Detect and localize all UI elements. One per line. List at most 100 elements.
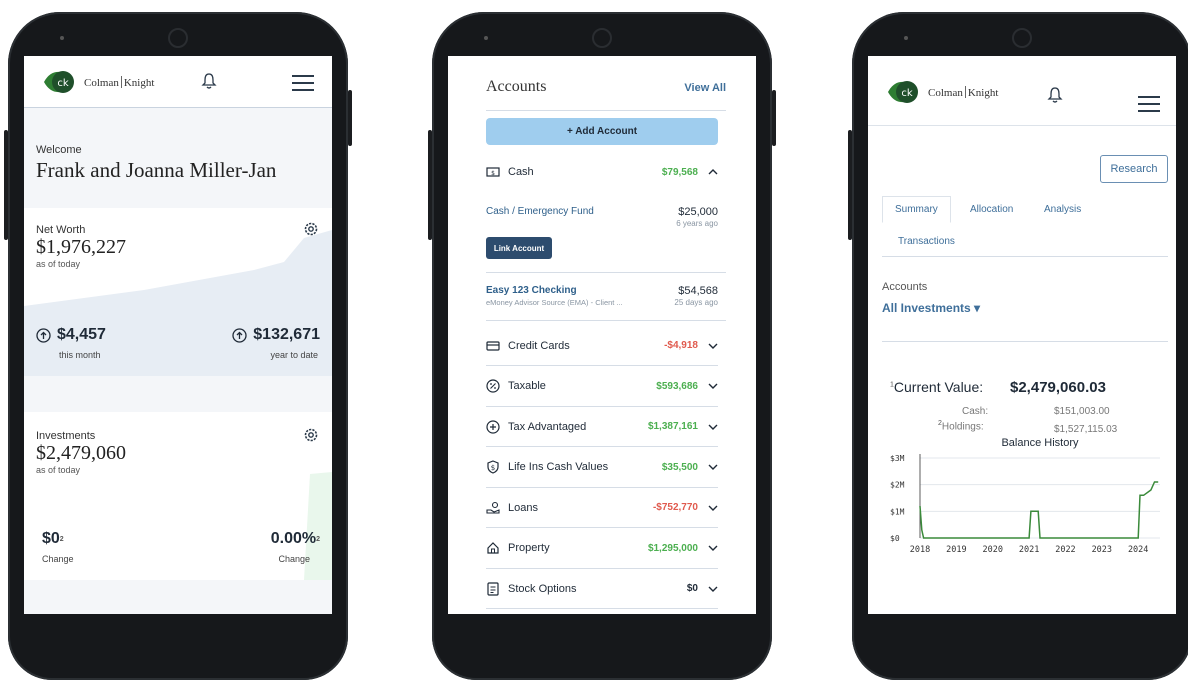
accounts-dropdown[interactable]: All Investments ▾	[882, 301, 980, 315]
bottom-fill	[24, 580, 332, 614]
account-group-life-ins-cash-values[interactable]: $ Life Ins Cash Values $35,500	[486, 448, 718, 488]
account-group-stock-options[interactable]: Stock Options $0	[486, 569, 718, 609]
link-account-button[interactable]: Link Account	[486, 237, 552, 259]
divider	[486, 110, 726, 111]
research-button[interactable]: Research	[1100, 155, 1168, 183]
x-tick-label: 2021	[1019, 545, 1039, 555]
month-change-value: $4,457	[57, 326, 106, 343]
x-tick-label: 2020	[982, 545, 1002, 555]
percent-icon	[486, 379, 500, 393]
current-value: $2,479,060.03	[1010, 379, 1106, 396]
tab-transactions[interactable]: Transactions	[898, 236, 955, 247]
settings-gear-icon[interactable]	[302, 220, 320, 238]
client-name: Frank and Joanna Miller-Jan	[36, 158, 277, 182]
arrow-up-circle-icon	[232, 327, 247, 343]
dashboard-screen: ck Colman Knight Welcome Frank and Joanna…	[24, 56, 332, 614]
account-group-cash[interactable]: $ Cash $79,568	[486, 152, 718, 192]
change-amount-value: $0	[42, 530, 60, 547]
month-change: $4,457	[36, 326, 106, 344]
notification-bell-icon[interactable]	[1046, 86, 1064, 104]
account-easy-123-checking[interactable]: Easy 123 Checking eMoney Advisor Source …	[486, 285, 718, 315]
x-tick-label: 2024	[1128, 545, 1148, 555]
chevron-down-icon[interactable]	[708, 422, 718, 432]
current-value-label: 1Current Value:	[890, 379, 984, 395]
ytd-change-label: year to date	[270, 350, 318, 360]
account-group-taxable[interactable]: Taxable $593,686	[486, 367, 718, 407]
chevron-down-icon[interactable]	[708, 462, 718, 472]
chevron-down-icon[interactable]	[708, 503, 718, 513]
notification-bell-icon[interactable]	[200, 72, 218, 90]
investments-card[interactable]: Investments $2,479,060 as of today $0 2 C…	[24, 412, 332, 580]
hamburger-menu-icon[interactable]	[1138, 96, 1160, 112]
ytd-change: $132,671	[232, 326, 320, 344]
sensor	[60, 36, 64, 40]
chevron-down-icon[interactable]	[708, 584, 718, 594]
divider	[486, 272, 726, 273]
account-group-name: Loans	[508, 501, 538, 514]
balance-line	[919, 481, 1159, 539]
tab-allocation[interactable]: Allocation	[970, 204, 1013, 215]
tabs-divider	[882, 256, 1168, 257]
sensor	[904, 36, 908, 40]
chevron-down-icon[interactable]	[708, 543, 718, 553]
cash-value: $151,003.00	[1054, 406, 1110, 417]
account-cash-emergency-fund[interactable]: Cash / Emergency Fund $25,000 6 years ag…	[486, 206, 718, 236]
account-group-name: Taxable	[508, 380, 546, 392]
month-change-label: this month	[59, 350, 101, 360]
footnote-2: 2	[59, 535, 64, 543]
phone-2: Accounts View All + Add Account $ Cash $…	[428, 12, 776, 680]
account-group-amount: $35,500	[661, 461, 698, 473]
brand-name: Colman Knight	[84, 75, 155, 89]
holdings-label: 2Holdings:	[938, 420, 984, 433]
net-worth-card[interactable]: Net Worth $1,976,227 as of today $4,457 …	[24, 208, 332, 376]
account-group-amount: $1,295,000	[647, 542, 698, 554]
settings-gear-icon[interactable]	[302, 426, 320, 444]
x-tick-label: 2019	[946, 545, 966, 555]
tab-summary[interactable]: Summary	[882, 196, 951, 223]
svg-text:ck: ck	[57, 78, 68, 89]
cash-label: Cash:	[962, 406, 989, 417]
y-tick-label: $2M	[890, 481, 905, 490]
phone-3: ck Colman Knight Research Summary Allocat…	[848, 12, 1188, 680]
dollar-shield-icon: $	[487, 460, 499, 474]
welcome-section: Welcome Frank and Joanna Miller-Jan	[24, 108, 332, 208]
add-account-button[interactable]: + Add Account	[486, 118, 718, 145]
footnote-2: 2	[316, 535, 320, 543]
chevron-up-icon[interactable]	[708, 167, 718, 177]
sensor	[484, 36, 488, 40]
chevron-down-icon[interactable]	[708, 341, 718, 351]
x-tick-label: 2022	[1055, 545, 1075, 555]
change-amount-label: Change	[42, 554, 74, 564]
account-group-amount: -$4,918	[664, 340, 698, 351]
net-worth-value: $1,976,227	[36, 236, 126, 258]
account-group-name: Life Ins Cash Values	[508, 461, 609, 473]
x-tick-label: 2018	[910, 545, 930, 555]
house-icon	[487, 542, 499, 554]
colman-knight-logo-icon: ck	[44, 71, 74, 93]
tab-analysis[interactable]: Analysis	[1044, 204, 1081, 215]
credit-card-icon	[486, 340, 500, 351]
hamburger-menu-icon[interactable]	[292, 75, 314, 91]
account-group-amount: $593,686	[656, 380, 698, 392]
plus-circle-icon	[486, 419, 500, 434]
y-tick-label: $0	[890, 534, 900, 543]
change-percent-value: 0.00%	[270, 530, 317, 547]
account-group-amount: $79,568	[661, 166, 698, 178]
brand-logo[interactable]: ck Colman Knight	[42, 68, 154, 96]
account-group-loans[interactable]: Loans -$752,770	[486, 488, 718, 528]
svg-text:ck: ck	[901, 88, 912, 99]
account-group-name: Cash	[508, 166, 534, 178]
account-group-credit-cards[interactable]: Credit Cards -$4,918	[486, 326, 718, 366]
account-group-tax-advantaged[interactable]: Tax Advantaged $1,387,161	[486, 407, 718, 447]
investments-as-of: as of today	[36, 465, 81, 475]
account-group-property[interactable]: Property $1,295,000	[486, 529, 718, 569]
account-group-name: Property	[508, 542, 550, 554]
camera	[168, 28, 188, 48]
account-group-amount: $1,387,161	[647, 421, 698, 432]
chevron-down-icon[interactable]	[708, 381, 718, 391]
view-all-link[interactable]: View All	[684, 82, 726, 94]
brand-logo[interactable]: ck Colman Knight	[886, 78, 998, 106]
account-group-name: Credit Cards	[508, 339, 570, 352]
balance-history-chart: Balance History $0 $1M $2M $3M 2018 2019 2020 20…	[890, 437, 1160, 555]
document-icon	[487, 581, 499, 596]
